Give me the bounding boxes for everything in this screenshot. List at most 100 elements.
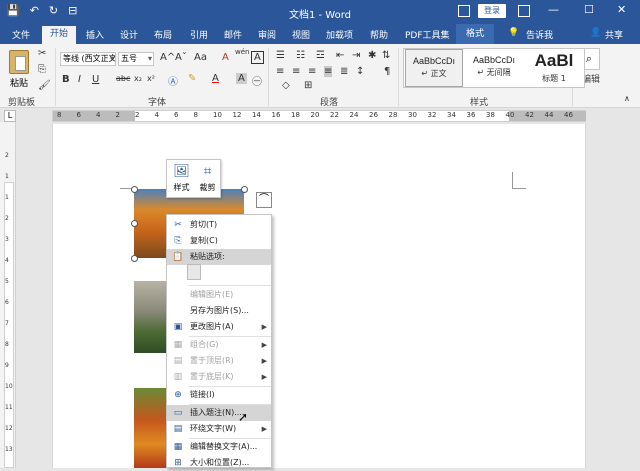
crop-button[interactable]: ⌗ 裁剪 <box>195 162 220 193</box>
resize-handle[interactable] <box>241 186 248 193</box>
tab-format[interactable]: 格式 <box>456 24 495 44</box>
enclose-char-icon[interactable]: ㊀ <box>252 73 262 88</box>
distributed-icon[interactable]: ≣ <box>340 66 348 77</box>
collapse-ribbon-icon[interactable]: ∧ <box>624 94 630 103</box>
text-effects-icon[interactable]: Ⓐ <box>168 73 178 88</box>
strikethrough-button[interactable]: abc <box>116 74 130 83</box>
style-no-spacing[interactable]: AaBbCcDı ↵ 无间隔 <box>465 49 523 87</box>
tab-references[interactable]: 引用 <box>190 28 208 41</box>
phonetic-guide-icon[interactable]: wén <box>235 48 249 56</box>
align-center-icon[interactable]: ≡ <box>292 66 300 77</box>
tab-layout[interactable]: 布局 <box>154 28 172 41</box>
tab-home[interactable]: 开始 <box>42 26 77 44</box>
edit-picture-icon <box>171 288 185 302</box>
layout-options-icon[interactable]: ⌒ <box>256 192 272 208</box>
resize-handle[interactable] <box>131 220 138 227</box>
ribbon-options-icon[interactable] <box>518 5 530 17</box>
tab-view[interactable]: 视图 <box>292 28 310 41</box>
mountain-temple-image[interactable] <box>134 281 168 353</box>
borders-icon[interactable]: ⊞ <box>304 80 312 91</box>
numbering-icon[interactable]: ☷ <box>296 50 305 61</box>
menu-item-label: 复制(C) <box>190 236 218 245</box>
style-button[interactable]: 🖼 样式 <box>169 162 194 193</box>
flower-field-image[interactable] <box>134 388 168 468</box>
resize-handle[interactable] <box>131 186 138 193</box>
line-spacing-icon[interactable]: ↕ <box>356 66 364 77</box>
bold-button[interactable]: B <box>62 74 70 85</box>
subscript-button[interactable]: x₂ <box>134 74 142 83</box>
resize-handle[interactable] <box>131 255 138 262</box>
ruler-number: 40 <box>505 111 515 119</box>
paste-label: 粘贴 <box>9 79 28 89</box>
shrink-font-icon[interactable]: Aˇ <box>175 52 187 63</box>
minimize-icon[interactable]: — <box>548 3 559 16</box>
chinese-layout-icon[interactable]: ✱ <box>368 50 376 61</box>
ruler-number: 36 <box>466 111 476 119</box>
tab-tell-me[interactable]: 告诉我 <box>526 28 553 41</box>
align-left-icon[interactable]: ≡ <box>276 66 284 77</box>
align-right-icon[interactable]: ≡ <box>308 66 316 77</box>
underline-button[interactable]: U <box>92 74 99 85</box>
style-heading-1[interactable]: AaBl 标题 1 <box>525 49 583 87</box>
highlight-icon[interactable]: ✎ <box>188 73 196 84</box>
bullets-icon[interactable]: ☰ <box>276 50 285 61</box>
shading-icon[interactable]: ◇ <box>282 80 290 91</box>
group-clipboard-label: 剪贴板 <box>8 98 36 108</box>
share-button[interactable]: 共享 <box>605 28 623 41</box>
menu-item-cut[interactable]: ✂ 剪切(T) <box>167 217 271 233</box>
ribbon-display-icon[interactable] <box>458 5 470 17</box>
tab-insert[interactable]: 插入 <box>86 28 104 41</box>
change-case-icon[interactable]: Aa <box>194 52 207 63</box>
superscript-button[interactable]: x² <box>147 74 155 83</box>
mini-toolbar: 🖼 样式 ⌗ 裁剪 <box>166 159 221 198</box>
ruler-number: 1 <box>5 194 9 201</box>
style-normal[interactable]: AaBbCcDı ↵ 正文 <box>405 49 463 87</box>
wrap-text-icon: ▤ <box>173 424 183 434</box>
format-painter-icon[interactable]: 🖌 <box>38 80 51 91</box>
decrease-indent-icon[interactable]: ⇤ <box>336 50 344 61</box>
login-button[interactable]: 登录 <box>478 4 506 18</box>
menu-item-wrap-text[interactable]: ▤ 环绕文字(W) ▶ <box>167 421 271 437</box>
maximize-icon[interactable]: ☐ <box>584 3 594 16</box>
tab-addins[interactable]: 加载项 <box>326 28 353 41</box>
copy-icon[interactable]: ⎘ <box>38 64 46 75</box>
sort-icon[interactable]: ⇅ <box>382 50 390 61</box>
menu-item-edit-alt-text[interactable]: ▦ 编辑替换文字(A)... <box>167 439 271 455</box>
tab-pdf-tools[interactable]: PDF工具集 <box>405 28 450 41</box>
document-page[interactable] <box>52 124 586 468</box>
cut-icon[interactable]: ✂ <box>38 48 46 59</box>
menu-item-copy[interactable]: ⎘ 复制(C) <box>167 233 271 249</box>
font-name-combo[interactable]: 等线 (西文正文) <box>60 52 116 66</box>
char-border-icon[interactable]: A <box>251 51 264 64</box>
paste-button[interactable]: 粘贴 <box>6 50 32 89</box>
increase-indent-icon[interactable]: ⇥ <box>352 50 360 61</box>
menu-item-insert-caption[interactable]: ▭ 插入题注(N)... <box>167 405 271 421</box>
char-shading-icon[interactable]: A <box>236 73 247 84</box>
menu-item-label: 插入题注(N)... <box>190 408 242 417</box>
tab-file[interactable]: 文件 <box>12 28 30 41</box>
multilevel-list-icon[interactable]: ☲ <box>316 50 325 61</box>
clear-format-icon[interactable]: A <box>222 52 229 63</box>
menu-item-save-as-picture[interactable]: 另存为图片(S)... <box>167 303 271 319</box>
tab-selector-button[interactable]: L <box>4 110 16 122</box>
grow-font-icon[interactable]: A^ <box>160 52 175 63</box>
vertical-ruler[interactable]: 2 1 1 2 3 4 5 6 7 8 9 10 11 12 13 <box>0 122 16 468</box>
menu-item-label: 更改图片(A) <box>190 322 234 331</box>
font-size-combo[interactable]: 五号 <box>118 52 154 66</box>
italic-button[interactable]: I <box>78 74 81 85</box>
show-marks-icon[interactable]: ¶ <box>384 66 390 77</box>
menu-item-label: 置于顶层(R) <box>190 356 234 365</box>
font-color-icon[interactable]: A <box>212 73 219 84</box>
tab-design[interactable]: 设计 <box>120 28 138 41</box>
paste-keep-format-icon[interactable] <box>187 264 201 280</box>
tab-review[interactable]: 审阅 <box>258 28 276 41</box>
menu-item-change-picture[interactable]: ▣ 更改图片(A) ▶ <box>167 319 271 335</box>
tab-mailings[interactable]: 邮件 <box>224 28 242 41</box>
menu-item-link[interactable]: ⊕ 链接(I) <box>167 387 271 403</box>
menu-item-size-position[interactable]: ⊞ 大小和位置(Z)... <box>167 455 271 471</box>
ruler-number: 26 <box>369 111 378 119</box>
tab-help[interactable]: 帮助 <box>370 28 388 41</box>
horizontal-ruler[interactable]: 8 6 4 2 2 4 6 8 10 12 14 16 18 20 22 24 26 28 30 32 34 36 38 40… <box>52 110 586 122</box>
justify-icon[interactable]: ≡ <box>324 66 333 77</box>
close-icon[interactable]: ✕ <box>617 3 626 16</box>
